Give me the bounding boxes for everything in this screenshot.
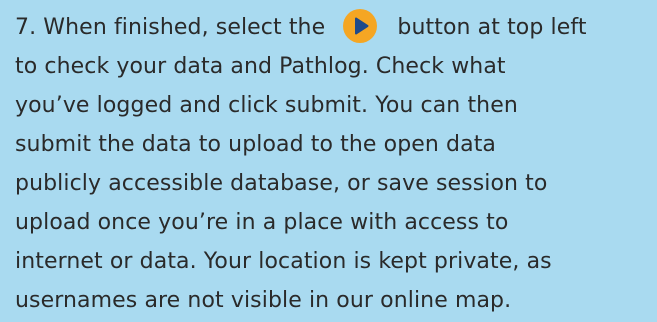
instruction-line-2: to check your data and Pathlog. Check wh… (15, 54, 506, 79)
instruction-panel: 7. When finished, select the button at t… (0, 0, 657, 322)
instruction-line-1: 7. When finished, select the button at t… (15, 8, 657, 47)
play-icon (342, 8, 378, 44)
instruction-line-7: internet or data. Your location is kept … (15, 249, 552, 274)
instruction-text-after-icon: button at top left (397, 15, 587, 40)
instruction-line-8: usernames are not visible in our online … (15, 288, 512, 313)
instruction-line-6: upload once you’re in a place with acces… (15, 210, 509, 235)
instruction-line-3: you’ve logged and click submit. You can … (15, 93, 518, 118)
instruction-line-4: submit the data to upload to the open da… (15, 132, 497, 157)
instruction-line-5: publicly accessible database, or save se… (15, 171, 548, 196)
instruction-text-before-icon: 7. When finished, select the (15, 15, 326, 40)
